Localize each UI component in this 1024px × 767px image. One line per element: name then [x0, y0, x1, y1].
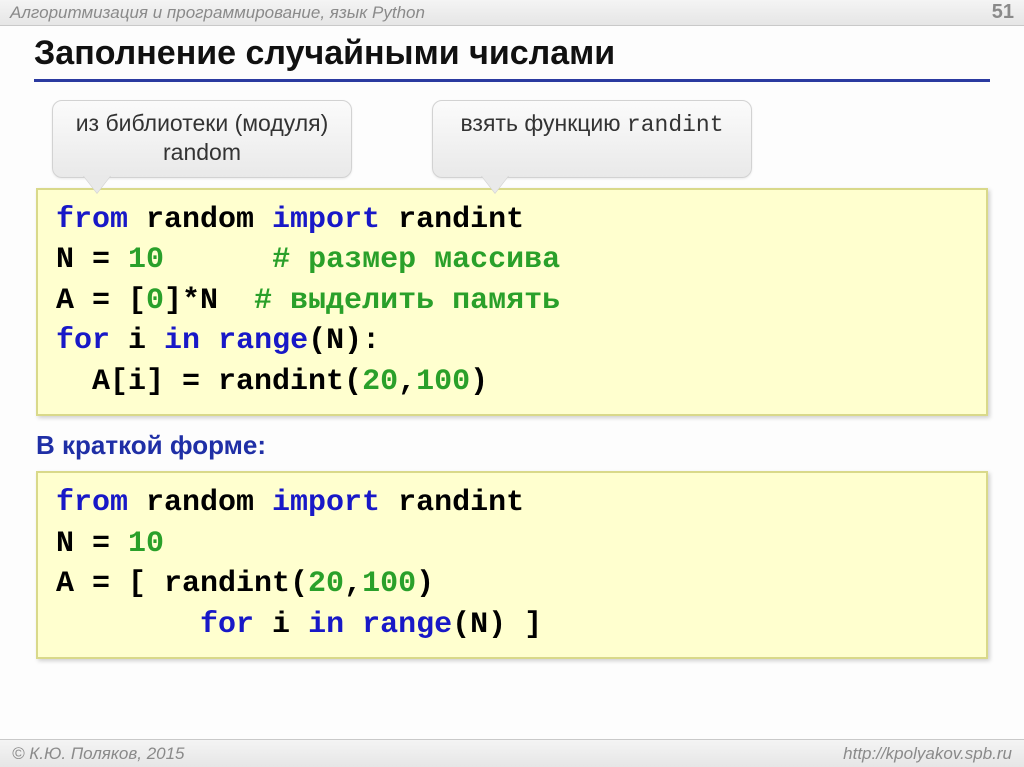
- callout-module-line1: из библиотеки (модуля): [73, 109, 331, 138]
- callout-module: из библиотеки (модуля) random: [52, 100, 352, 178]
- code-block-short: from random import randint N = 10 A = [ …: [36, 471, 988, 659]
- footer-bar: © К.Ю. Поляков, 2015 http://kpolyakov.sp…: [0, 739, 1024, 767]
- callout-function-text: взять функцию: [460, 110, 626, 136]
- course-title: Алгоритмизация и программирование, язык …: [10, 3, 425, 23]
- header-bar: Алгоритмизация и программирование, язык …: [0, 0, 1024, 26]
- code-block-main: from random import randint N = 10 # разм…: [36, 188, 988, 417]
- slide-title: Заполнение случайными числами: [34, 34, 990, 82]
- callout-tail-icon: [83, 175, 111, 193]
- callouts-row: из библиотеки (модуля) random взять функ…: [52, 100, 990, 178]
- footer-url: http://kpolyakov.spb.ru: [843, 744, 1012, 764]
- callout-function: взять функцию randint: [432, 100, 752, 178]
- callout-module-line2: random: [73, 138, 331, 167]
- subheading-short-form: В краткой форме:: [36, 430, 988, 461]
- footer-copyright: © К.Ю. Поляков, 2015: [12, 744, 185, 764]
- callout-function-mono: randint: [627, 112, 724, 138]
- callout-tail-icon: [481, 175, 509, 193]
- page-number: 51: [992, 1, 1014, 24]
